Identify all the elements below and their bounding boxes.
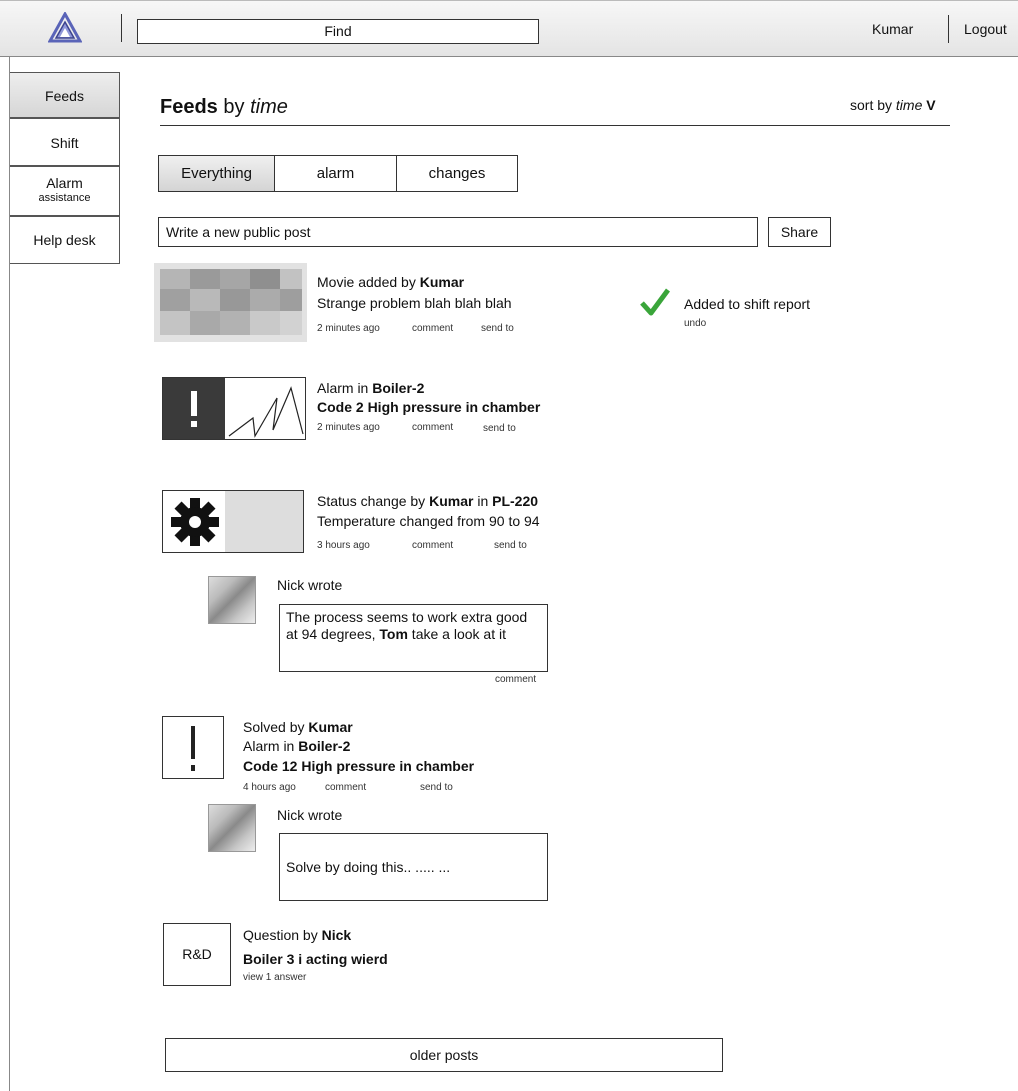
chevron-down-icon: V <box>926 97 936 113</box>
sidebar-item-label: Alarm <box>46 175 83 191</box>
sidebar-item-label: Shift <box>50 135 79 151</box>
post-timestamp: 4 hours ago <box>243 782 296 793</box>
send-to-link[interactable]: send to <box>481 323 514 334</box>
post-title-text: Status change by <box>317 493 430 509</box>
logout-button[interactable]: Logout <box>964 21 1007 37</box>
sidebar-item-feeds[interactable]: Feeds <box>10 72 120 118</box>
title-divider <box>160 125 950 126</box>
alarm-icon <box>163 378 225 439</box>
search-input[interactable]: Find <box>137 19 539 44</box>
status-change-thumbnail[interactable] <box>162 490 304 553</box>
comment-link[interactable]: comment <box>325 782 366 793</box>
divider <box>948 15 949 43</box>
post-title: Solved by Kumar <box>243 718 353 736</box>
status-message: Added to shift report <box>684 296 811 312</box>
undo-link[interactable]: undo <box>684 318 706 329</box>
post-title-text: Alarm in <box>243 738 299 754</box>
post-timestamp: 3 hours ago <box>317 540 370 551</box>
post-title-text: Question by <box>243 927 322 943</box>
gear-icon <box>171 498 219 546</box>
sidebar-item-label: Help desk <box>33 232 96 248</box>
author-link[interactable]: Nick <box>322 927 352 943</box>
page-title-by: by <box>217 96 251 118</box>
equipment-link[interactable]: Boiler-2 <box>372 380 424 396</box>
post-subtitle: Alarm in Boiler-2 <box>243 737 350 755</box>
sidebar-item-shift[interactable]: Shift <box>10 118 120 166</box>
post-title-text: in <box>473 493 493 509</box>
share-button[interactable]: Share <box>768 217 831 247</box>
sidebar-item-help-desk[interactable]: Help desk <box>10 216 120 264</box>
alarm-thumbnail[interactable] <box>162 377 306 440</box>
reply-author: Nick wrote <box>277 807 343 823</box>
post-title: Alarm in Boiler-2 <box>317 379 424 397</box>
post-title-text: Solved by <box>243 719 309 735</box>
post-body: Temperature changed from 90 to 94 <box>317 513 540 529</box>
post-body: Boiler 3 i acting wierd <box>243 951 388 967</box>
avatar[interactable] <box>208 804 256 852</box>
movie-thumbnail[interactable] <box>154 263 307 342</box>
alarm-icon[interactable] <box>162 716 224 779</box>
thumbnail-panel <box>225 491 303 552</box>
divider <box>121 14 122 42</box>
reply-bubble: The process seems to work extra good at … <box>279 604 548 672</box>
checkmark-icon <box>640 287 671 317</box>
tab-changes[interactable]: changes <box>396 155 518 192</box>
sort-label: sort by <box>850 97 896 113</box>
comment-link[interactable]: comment <box>495 674 536 685</box>
tab-everything[interactable]: Everything <box>158 155 275 192</box>
tab-alarm[interactable]: alarm <box>274 155 397 192</box>
reply-bubble: Solve by doing this.. ..... ... <box>279 833 548 901</box>
reply-author: Nick wrote <box>277 577 343 593</box>
comment-link[interactable]: comment <box>412 422 453 433</box>
view-answers-link[interactable]: view 1 answer <box>243 972 306 983</box>
send-to-link[interactable]: send to <box>420 782 453 793</box>
post-title-text: Movie added by <box>317 274 420 290</box>
user-name-link[interactable]: Kumar <box>872 21 913 37</box>
page-title-sort: time <box>250 96 288 118</box>
post-body: Code 2 High pressure in chamber <box>317 399 541 415</box>
post-timestamp: 2 minutes ago <box>317 323 380 334</box>
comment-link[interactable]: comment <box>412 323 453 334</box>
post-title-text: Alarm in <box>317 380 373 396</box>
trend-graph-icon <box>228 386 304 438</box>
post-title: Question by Nick <box>243 926 351 944</box>
page-title: Feeds by time <box>160 96 288 119</box>
reply-text: Solve by doing this.. ..... ... <box>286 859 451 875</box>
post-timestamp: 2 minutes ago <box>317 422 380 433</box>
sort-dropdown[interactable]: sort by time V <box>850 97 936 113</box>
sidebar-item-sublabel: assistance <box>38 192 91 204</box>
sidebar-item-label: Feeds <box>45 88 84 104</box>
avatar[interactable] <box>208 576 256 624</box>
post-title: Movie added by Kumar <box>317 273 464 291</box>
reply-text: take a look at it <box>407 626 506 642</box>
department-badge[interactable]: R&D <box>163 923 231 986</box>
author-link[interactable]: Kumar <box>308 719 352 735</box>
app-logo-icon[interactable] <box>47 10 83 44</box>
mention-link[interactable]: Tom <box>379 626 408 642</box>
older-posts-button[interactable]: older posts <box>165 1038 723 1072</box>
author-link[interactable]: Kumar <box>429 493 473 509</box>
equipment-link[interactable]: Boiler-2 <box>298 738 350 754</box>
comment-link[interactable]: comment <box>412 540 453 551</box>
send-to-link[interactable]: send to <box>483 423 516 434</box>
page-title-main: Feeds <box>160 96 218 118</box>
new-post-input[interactable]: Write a new public post <box>158 217 758 247</box>
post-body: Code 12 High pressure in chamber <box>243 758 475 774</box>
sort-value: time <box>895 97 923 113</box>
post-body: Strange problem blah blah blah <box>317 295 512 311</box>
author-link[interactable]: Kumar <box>420 274 464 290</box>
post-title: Status change by Kumar in PL-220 <box>317 492 538 510</box>
equipment-link[interactable]: PL-220 <box>492 493 538 509</box>
send-to-link[interactable]: send to <box>494 540 527 551</box>
sidebar-item-alarm-assistance[interactable]: Alarm assistance <box>10 166 120 216</box>
